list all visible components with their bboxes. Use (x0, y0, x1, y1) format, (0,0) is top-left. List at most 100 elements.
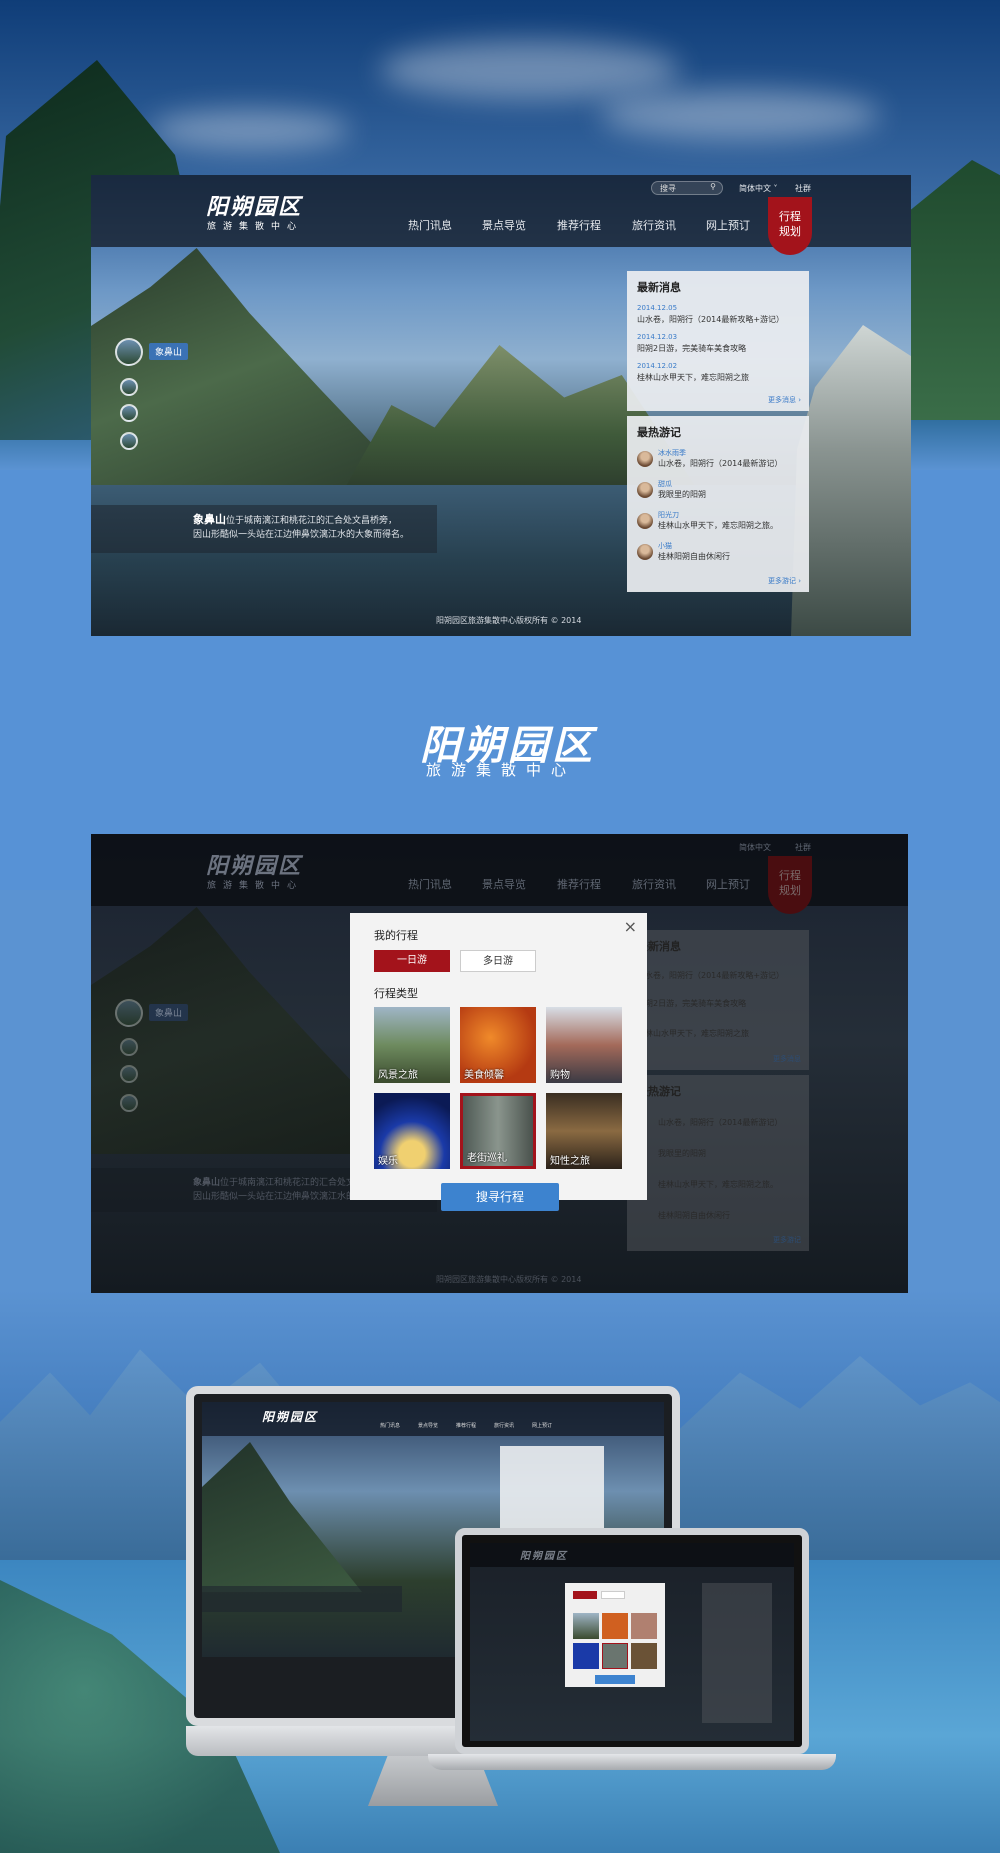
author-name-4[interactable]: 小猫 (658, 541, 672, 551)
travelogues-panel-dimmed: 最热游记 山水卷，阳朔行（2014最新游记） 我眼里的阳朔 桂林山水甲天下，难忘… (627, 1075, 809, 1251)
cta-line-2-dimmed: 规划 (779, 884, 801, 897)
spot-thumbnail-dimmed (120, 1065, 138, 1083)
nav-recommended-itineraries[interactable]: 推荐行程 (557, 217, 601, 233)
spot-thumbnail-dimmed (120, 1094, 138, 1112)
laptop-logo: 阳朔园区 (520, 1551, 568, 1562)
search-itinerary-button[interactable]: 搜寻行程 (441, 1183, 559, 1211)
active-spot-label: 象鼻山 (149, 343, 189, 360)
travelogue-link-2[interactable]: 我眼里的阳朔 (658, 489, 706, 500)
homepage-mockup: 阳朔园区 旅游集散中心 搜寻 ⚲ 简体中文 ˅ 社群 热门讯息 景点导览 推荐行… (91, 175, 911, 636)
author-name-3[interactable]: 阳光刀 (658, 510, 679, 520)
author-name-2[interactable]: 甜瓜 (658, 479, 672, 489)
news-item-dimmed: 山水卷，阳朔行（2014最新攻略+游记） (637, 971, 785, 980)
spot-thumbnail-3[interactable] (120, 404, 138, 422)
nav-attractions[interactable]: 景点导览 (482, 217, 526, 233)
laptop-base (428, 1754, 836, 1770)
category-cultural-tour[interactable]: 知性之旅 (546, 1093, 622, 1169)
spot-thumbnail-4[interactable] (120, 432, 138, 450)
travelogue-link-1[interactable]: 山水卷，阳朔行（2014最新游记） (658, 458, 782, 469)
nav-attractions-dimmed: 景点导览 (482, 878, 526, 891)
search-input[interactable]: 搜寻 ⚲ (651, 181, 723, 195)
category-label: 购物 (550, 1070, 570, 1081)
category-entertainment[interactable]: 娱乐 (374, 1093, 450, 1169)
travelogue-item-dimmed: 我眼里的阳朔 (658, 1149, 706, 1158)
tab-one-day-trip[interactable]: 一日游 (374, 950, 450, 972)
logo-title-dimmed: 阳朔园区 (206, 853, 303, 879)
news-item-dimmed: 阳朔2日游，完美骑车美食攻略 (637, 999, 747, 1008)
cta-line-2: 规划 (779, 225, 801, 238)
category-label: 美食倾馨 (464, 1070, 504, 1081)
nav-booking-dimmed: 网上预订 (706, 878, 750, 891)
caption-title-dimmed: 象鼻山 (193, 1178, 221, 1188)
tab-multi-day-trip[interactable]: 多日游 (460, 950, 536, 972)
category-label: 娱乐 (378, 1156, 398, 1167)
nav-hot-news[interactable]: 热门讯息 (408, 217, 452, 233)
modal-title: 我的行程 (374, 929, 418, 942)
logo-subtitle: 旅游集散中心 (207, 222, 304, 232)
travelogue-link-3[interactable]: 桂林山水甲天下，难忘阳朔之旅。 (658, 520, 778, 531)
spot-thumbnail-elephant-hill[interactable] (115, 338, 143, 366)
author-avatar[interactable] (637, 513, 653, 529)
travelogues-heading: 最热游记 (637, 426, 681, 439)
news-date-3: 2014.12.02 (637, 362, 678, 370)
desktop-nav-item: 热门讯息 (380, 1423, 401, 1429)
author-avatar[interactable] (637, 482, 653, 498)
house-and-trees (791, 325, 911, 636)
category-food[interactable]: 美食倾馨 (460, 1007, 536, 1083)
category-label: 老街巡礼 (467, 1153, 507, 1164)
more-news-label: 更多消息 (767, 396, 796, 404)
desktop-nav-item: 网上预订 (532, 1423, 553, 1429)
nav-travel-info[interactable]: 旅行资讯 (632, 217, 676, 233)
news-link-1[interactable]: 山水卷，阳朔行（2014最新攻略+游记） (637, 314, 784, 325)
my-itinerary-modal: × 我的行程 一日游 多日游 行程类型 风景之旅 美食倾馨 购物 娱乐 老街巡礼… (350, 913, 647, 1200)
community-dimmed: 社群 (795, 843, 811, 852)
desktop-nav-item: 推荐行程 (456, 1423, 477, 1429)
travelogue-link-4[interactable]: 桂林阳朔自由休闲行 (658, 551, 730, 562)
nav-online-booking[interactable]: 网上预订 (706, 217, 750, 233)
news-link-2[interactable]: 阳朔2日游，完美骑车美食攻略 (637, 343, 746, 354)
brand-logo-subtitle: 旅游集散中心 (426, 761, 577, 779)
author-avatar[interactable] (637, 544, 653, 560)
spot-caption: 象鼻山位于城南漓江和桃花江的汇合处文昌桥旁， 因山形酷似一头站在江边伸鼻饮漓江水… (91, 505, 437, 553)
chevron-right-icon: › (798, 396, 801, 404)
logo-subtitle-dimmed: 旅游集散中心 (207, 881, 304, 891)
desktop-nav-item: 景点导览 (418, 1423, 439, 1429)
language-dimmed: 简体中文 (739, 843, 771, 852)
chevron-down-icon: ˅ (773, 184, 778, 193)
more-news-link[interactable]: 更多消息 › (768, 395, 801, 405)
spot-thumbnail-2[interactable] (120, 378, 138, 396)
travelogue-item-dimmed: 山水卷，阳朔行（2014最新游记） (658, 1118, 783, 1127)
news-item-dimmed: 桂林山水甲天下，难忘阳朔之旅 (637, 1029, 749, 1038)
nav-travel-info-dimmed: 旅行资讯 (632, 878, 676, 891)
search-placeholder: 搜寻 (660, 184, 676, 193)
more-travelogues-label: 更多游记 (767, 577, 796, 585)
latest-news-panel-dimmed: 最新消息 山水卷，阳朔行（2014最新攻略+游记） 阳朔2日游，完美骑车美食攻略… (627, 930, 809, 1070)
more-travelogues-link[interactable]: 更多游记 › (768, 576, 801, 586)
search-icon[interactable]: ⚲ (710, 182, 716, 191)
close-icon[interactable]: × (624, 917, 637, 936)
latest-news-heading: 最新消息 (637, 281, 681, 294)
language-selector[interactable]: 简体中文 ˅ (739, 183, 778, 194)
travelogue-item-dimmed: 桂林阳朔自由休闲行 (658, 1211, 730, 1220)
category-scenery-tour[interactable]: 风景之旅 (374, 1007, 450, 1083)
logo-title[interactable]: 阳朔园区 (206, 189, 302, 221)
cta-line-1: 行程 (779, 210, 801, 223)
category-shopping[interactable]: 购物 (546, 1007, 622, 1083)
caption-line-1: 位于城南漓江和桃花江的汇合处文昌桥旁， (226, 516, 398, 526)
caption-line-2: 因山形酷似一头站在江边伸鼻饮漓江水的大象而得名。 (193, 530, 410, 540)
author-avatar[interactable] (637, 451, 653, 467)
active-spot-label-dimmed: 象鼻山 (149, 1004, 189, 1021)
category-label: 风景之旅 (378, 1070, 418, 1081)
desktop-nav-item: 旅行资讯 (494, 1423, 515, 1429)
desktop-logo: 阳朔园区 (262, 1410, 319, 1424)
itinerary-planning-button[interactable]: 行程 规划 (768, 197, 812, 255)
footer-copyright: 阳朔园区旅游集散中心版权所有 © 2014 (436, 616, 582, 625)
caption-title: 象鼻山 (193, 513, 226, 526)
itinerary-button-dimmed: 行程 规划 (768, 856, 812, 914)
community-link[interactable]: 社群 (795, 183, 811, 194)
nav-itineraries-dimmed: 推荐行程 (557, 878, 601, 891)
news-link-3[interactable]: 桂林山水甲天下，难忘阳朔之旅 (637, 372, 749, 383)
footer-copyright-dimmed: 阳朔园区旅游集散中心版权所有 © 2014 (436, 1275, 582, 1284)
category-old-street-tour[interactable]: 老街巡礼 (460, 1093, 536, 1169)
author-name-1[interactable]: 冰水雨季 (658, 448, 686, 458)
